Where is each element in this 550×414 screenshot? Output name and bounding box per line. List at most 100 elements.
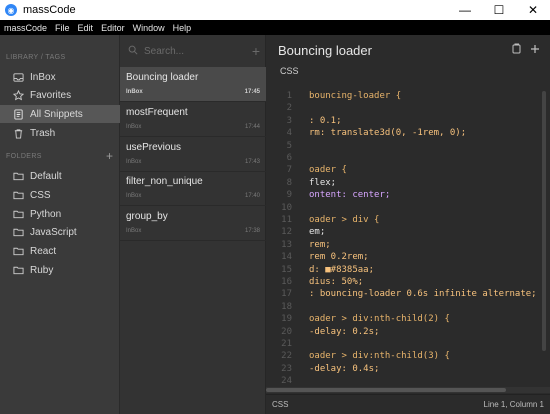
- add-snippet-button[interactable]: +: [252, 43, 260, 59]
- add-fragment-icon[interactable]: [530, 43, 540, 57]
- code-line[interactable]: 19 oader > div:nth-child(2) {: [266, 314, 550, 326]
- code-line[interactable]: 10: [266, 203, 550, 215]
- folder-icon: [12, 226, 24, 238]
- trash-icon: [12, 127, 24, 139]
- folder-label: React: [30, 245, 57, 257]
- sidebar-item-all-snippets[interactable]: All Snippets: [0, 105, 120, 123]
- code-line[interactable]: 22 oader > div:nth-child(3) {: [266, 351, 550, 363]
- code-line[interactable]: 2: [266, 103, 550, 115]
- code-line[interactable]: 5: [266, 141, 550, 153]
- code-line[interactable]: 11 oader > div {: [266, 215, 550, 227]
- line-number: 5: [286, 140, 292, 151]
- line-text: em;: [309, 227, 326, 238]
- sidebar-folder-react[interactable]: React: [0, 242, 120, 260]
- close-button[interactable]: ✕: [516, 0, 550, 20]
- menu-edit[interactable]: Edit: [78, 23, 94, 33]
- line-number: 2: [286, 103, 292, 114]
- line-text: ontent: center;: [309, 190, 391, 201]
- line-number: 18: [281, 301, 292, 312]
- search-input[interactable]: Search...: [144, 46, 184, 57]
- menu-editor[interactable]: Editor: [101, 23, 125, 33]
- snippet-time: 17:43: [244, 159, 260, 165]
- maximize-button[interactable]: ☐: [482, 0, 516, 20]
- line-number: 12: [281, 227, 292, 238]
- app-icon: ◉: [5, 4, 17, 16]
- line-text: oader > div:nth-child(2) {: [309, 314, 450, 325]
- code-line[interactable]: 7 oader {: [266, 165, 550, 177]
- search-icon: [128, 42, 138, 60]
- code-line[interactable]: 13 rem;: [266, 240, 550, 252]
- code-line[interactable]: 17: bouncing-loader 0.6s infinite altern…: [266, 289, 550, 301]
- menu-file[interactable]: File: [55, 23, 70, 33]
- language-tab[interactable]: CSS: [280, 66, 299, 76]
- snippet-item[interactable]: group_by InBox 17:38: [120, 206, 266, 241]
- menu-masscode[interactable]: massCode: [4, 23, 47, 33]
- snippet-name: Bouncing loader: [126, 72, 199, 83]
- code-line[interactable]: 4 rm: translate3d(0, -1rem, 0);: [266, 128, 550, 140]
- snippet-folder: InBox: [126, 193, 142, 199]
- line-number: 1: [286, 91, 292, 101]
- sidebar-item-trash[interactable]: Trash: [0, 124, 120, 142]
- snippet-list-panel: Search... + Bouncing loader InBox 17:45 m…: [120, 35, 266, 414]
- menu-bar: massCode File Edit Editor Window Help: [0, 20, 550, 35]
- snippet-item[interactable]: usePrevious InBox 17:43: [120, 137, 266, 172]
- sidebar-item-inbox[interactable]: InBox: [0, 68, 120, 86]
- code-line[interactable]: 12 em;: [266, 227, 550, 239]
- line-number: 13: [281, 239, 292, 250]
- scrollbar-thumb[interactable]: [266, 388, 506, 392]
- line-text: -delay: 0.2s;: [309, 326, 380, 337]
- inbox-icon: [12, 71, 24, 83]
- line-text: bouncing-loader {: [309, 91, 402, 101]
- snippet-time: 17:38: [244, 228, 260, 234]
- code-area[interactable]: 1 bouncing-loader { 2 3: 0.1; 4 rm: translate…: [266, 91, 550, 391]
- line-number: 19: [281, 314, 292, 325]
- status-language[interactable]: CSS: [272, 400, 288, 409]
- sidebar-folder-javascript[interactable]: JavaScript: [0, 223, 120, 241]
- sidebar-folder-ruby[interactable]: Ruby: [0, 261, 120, 279]
- snippet-item[interactable]: filter_non_unique InBox 17:40: [120, 171, 266, 206]
- menu-window[interactable]: Window: [133, 23, 165, 33]
- line-text: rem;: [309, 239, 331, 250]
- code-line[interactable]: 15 d: ■#8385aa;: [266, 265, 550, 277]
- sidebar-item-favorites[interactable]: Favorites: [0, 86, 120, 104]
- folder-label: CSS: [30, 189, 51, 201]
- sidebar-folder-css[interactable]: CSS: [0, 186, 120, 204]
- code-line[interactable]: 14 rem 0.2rem;: [266, 252, 550, 264]
- line-number: 16: [281, 277, 292, 287]
- snippet-title[interactable]: Bouncing loader: [278, 43, 372, 58]
- menu-help[interactable]: Help: [173, 23, 192, 33]
- code-line[interactable]: 1 bouncing-loader {: [266, 91, 550, 103]
- add-folder-button[interactable]: +: [106, 149, 113, 163]
- folder-icon: [12, 264, 24, 276]
- snippet-item[interactable]: Bouncing loader InBox 17:45: [120, 67, 266, 102]
- code-line[interactable]: 21: [266, 339, 550, 351]
- sidebar-folder-default[interactable]: Default: [0, 167, 120, 185]
- code-line[interactable]: 3: 0.1;: [266, 116, 550, 128]
- line-number: 6: [286, 153, 292, 163]
- code-line[interactable]: 16 dius: 50%;: [266, 277, 550, 289]
- snippet-item[interactable]: mostFrequent InBox 17:44: [120, 102, 266, 137]
- sidebar-folder-python[interactable]: Python: [0, 205, 120, 223]
- copy-icon[interactable]: [512, 43, 522, 57]
- vertical-scrollbar[interactable]: [542, 91, 546, 351]
- code-line[interactable]: 23 -delay: 0.4s;: [266, 364, 550, 376]
- code-line[interactable]: 8 flex;: [266, 178, 550, 190]
- line-number: 7: [286, 165, 292, 176]
- app-body: LIBRARY / TAGS InBox Favorites All Snipp…: [0, 35, 550, 414]
- line-text: : bouncing-loader 0.6s infinite alternat…: [309, 289, 537, 300]
- window-title: massCode: [23, 4, 76, 16]
- line-text: oader > div {: [309, 215, 380, 225]
- folders-title: FOLDERS: [6, 153, 42, 160]
- line-number: 21: [281, 339, 292, 349]
- line-text: : 0.1;: [309, 115, 342, 126]
- minimize-button[interactable]: —: [448, 0, 482, 20]
- cursor-position: Line 1, Column 1: [483, 400, 544, 409]
- line-text: -delay: 0.4s;: [309, 363, 380, 374]
- library-title: LIBRARY / TAGS: [6, 54, 66, 61]
- code-line[interactable]: 6: [266, 153, 550, 165]
- search-bar[interactable]: Search... +: [120, 35, 266, 67]
- code-line[interactable]: 9 ontent: center;: [266, 190, 550, 202]
- horizontal-scrollbar[interactable]: [266, 387, 550, 393]
- code-line[interactable]: 18: [266, 302, 550, 314]
- code-line[interactable]: 20 -delay: 0.2s;: [266, 327, 550, 339]
